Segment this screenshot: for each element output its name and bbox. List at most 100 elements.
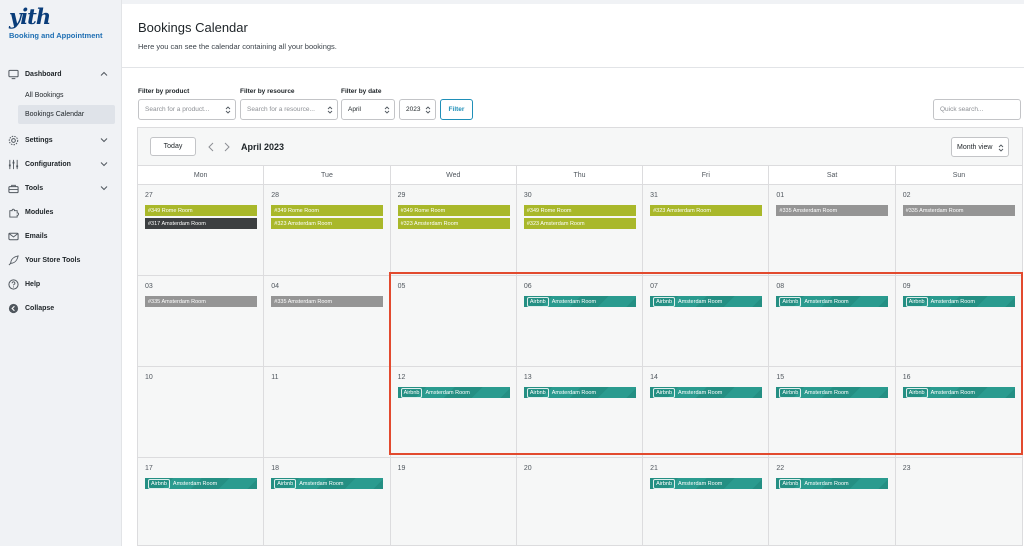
sidebar-item-settings[interactable]: Settings: [0, 128, 122, 152]
booking-event[interactable]: Airbnb Amsterdam Room: [145, 478, 257, 489]
sidebar-item-label: Emails: [25, 232, 48, 240]
filter-button[interactable]: Filter: [440, 99, 473, 120]
calendar-day-cell[interactable]: 06 Airbnb Amsterdam Room: [516, 276, 644, 366]
calendar-day-cell[interactable]: 04 #335 Amsterdam Room: [264, 276, 391, 366]
chevron-up-icon: [100, 70, 108, 78]
booking-event[interactable]: Airbnb Amsterdam Room: [650, 478, 763, 489]
booking-event[interactable]: #317 Amsterdam Room: [145, 218, 257, 229]
select-arrows-icon: [384, 105, 390, 115]
sidebar-subitem-bookings-calendar[interactable]: Bookings Calendar: [18, 105, 115, 124]
booking-event[interactable]: #335 Amsterdam Room: [271, 296, 384, 307]
booking-event[interactable]: Airbnb Amsterdam Room: [650, 296, 763, 307]
page-title: Bookings Calendar: [138, 20, 248, 35]
sidebar-item-dashboard[interactable]: Dashboard: [0, 62, 122, 86]
booking-event-label: Amsterdam Room: [678, 298, 723, 305]
view-mode-select[interactable]: Month view: [951, 137, 1009, 157]
day-number: 20: [523, 465, 532, 472]
booking-event[interactable]: Airbnb Amsterdam Room: [776, 478, 889, 489]
booking-event[interactable]: #349 Rome Room: [397, 205, 510, 216]
sidebar-item-your-store-tools[interactable]: Your Store Tools: [0, 248, 122, 272]
booking-event[interactable]: #349 Rome Room: [145, 205, 257, 216]
calendar-day-cell[interactable]: 05: [390, 276, 517, 366]
booking-event[interactable]: Airbnb Amsterdam Room: [271, 478, 384, 489]
sidebar-item-collapse[interactable]: Collapse: [0, 296, 122, 320]
booking-event[interactable]: Airbnb Amsterdam Room: [902, 296, 1015, 307]
booking-event-label: #323 Amsterdam Room: [526, 220, 585, 227]
calendar-day-cell[interactable]: 20: [516, 458, 644, 545]
calendar-day-cell[interactable]: 12 Airbnb Amsterdam Room: [390, 367, 517, 457]
day-number: 19: [397, 465, 406, 472]
calendar-day-cell[interactable]: 07 Airbnb Amsterdam Room: [643, 276, 770, 366]
booking-event[interactable]: Airbnb Amsterdam Room: [650, 387, 763, 398]
calendar-day-cell[interactable]: 29 #349 Rome Room #323 Amsterdam Room: [390, 185, 517, 275]
calendar-day-cell[interactable]: 31 #323 Amsterdam Room: [643, 185, 770, 275]
calendar-day-cell[interactable]: 16 Airbnb Amsterdam Room: [895, 367, 1022, 457]
booking-event[interactable]: #323 Amsterdam Room: [650, 205, 763, 216]
day-number: 02: [902, 192, 911, 199]
calendar-day-cell[interactable]: 03 #335 Amsterdam Room: [138, 276, 265, 366]
select-arrows-icon: [327, 105, 333, 115]
booking-event-label: Amsterdam Room: [804, 480, 849, 487]
calendar-day-cell[interactable]: 10: [138, 367, 265, 457]
booking-event[interactable]: Airbnb Amsterdam Room: [523, 296, 636, 307]
booking-event[interactable]: #349 Rome Room: [271, 205, 384, 216]
booking-event[interactable]: #335 Amsterdam Room: [776, 205, 889, 216]
chevron-left-icon[interactable]: [206, 141, 216, 153]
quick-search-input[interactable]: Quick search...: [933, 99, 1021, 120]
weekday-header: Sun: [952, 171, 966, 179]
calendar-day-cell[interactable]: 30 #349 Rome Room #323 Amsterdam Room: [516, 185, 644, 275]
sidebar-subitem-all-bookings[interactable]: All Bookings: [18, 86, 115, 105]
booking-event[interactable]: Airbnb Amsterdam Room: [523, 387, 636, 398]
weekday-header: Thu: [517, 166, 644, 184]
booking-event[interactable]: #323 Amsterdam Room: [523, 218, 636, 229]
booking-event[interactable]: #335 Amsterdam Room: [902, 205, 1015, 216]
calendar-day-cell[interactable]: 13 Airbnb Amsterdam Room: [516, 367, 644, 457]
sidebar-item-label: Configuration: [25, 160, 71, 168]
booking-event-label: #335 Amsterdam Room: [779, 207, 838, 214]
sidebar: yith Booking and Appointment Dashboard A…: [0, 0, 122, 546]
month-select[interactable]: April: [341, 99, 395, 120]
resource-search-select[interactable]: Search for a resource...: [240, 99, 338, 120]
calendar-day-cell[interactable]: 01 #335 Amsterdam Room: [769, 185, 896, 275]
calendar-day-cell[interactable]: 11: [264, 367, 391, 457]
booking-event[interactable]: Airbnb Amsterdam Room: [397, 387, 510, 398]
year-select[interactable]: 2023: [399, 99, 436, 120]
chevron-down-icon: [100, 160, 108, 168]
calendar-day-cell[interactable]: 19: [390, 458, 517, 545]
booking-event[interactable]: #323 Amsterdam Room: [271, 218, 384, 229]
calendar-day-cell[interactable]: 17 Airbnb Amsterdam Room: [138, 458, 265, 545]
booking-event[interactable]: #349 Rome Room: [523, 205, 636, 216]
yith-logo[interactable]: yith: [9, 4, 51, 29]
booking-event[interactable]: #335 Amsterdam Room: [145, 296, 257, 307]
calendar-day-cell[interactable]: 23: [895, 458, 1022, 545]
sidebar-item-emails[interactable]: Emails: [0, 224, 122, 248]
weekday-header: Tue: [264, 166, 391, 184]
calendar-day-cell[interactable]: 02 #335 Amsterdam Room: [895, 185, 1022, 275]
sidebar-item-help[interactable]: Help: [0, 272, 122, 296]
calendar-weeks: 27 #349 Rome Room #317 Amsterdam Room 28 #34…: [138, 185, 1022, 545]
calendar-day-cell[interactable]: 09 Airbnb Amsterdam Room: [895, 276, 1022, 366]
booking-event[interactable]: Airbnb Amsterdam Room: [776, 387, 889, 398]
booking-event[interactable]: Airbnb Amsterdam Room: [776, 296, 889, 307]
today-button[interactable]: Today: [150, 137, 196, 156]
airbnb-tag: Airbnb: [653, 478, 676, 489]
calendar-day-cell[interactable]: 15 Airbnb Amsterdam Room: [769, 367, 896, 457]
booking-event-label: Amsterdam Room: [930, 389, 975, 396]
product-search-select[interactable]: Search for a product...: [138, 99, 236, 120]
sidebar-item-configuration[interactable]: Configuration: [0, 152, 122, 176]
calendar-day-cell[interactable]: 27 #349 Rome Room #317 Amsterdam Room: [138, 185, 265, 275]
calendar-day-cell[interactable]: 08 Airbnb Amsterdam Room: [769, 276, 896, 366]
airbnb-tag: Airbnb: [653, 387, 676, 398]
calendar-day-cell[interactable]: 14 Airbnb Amsterdam Room: [643, 367, 770, 457]
booking-event[interactable]: #323 Amsterdam Room: [397, 218, 510, 229]
booking-event[interactable]: Airbnb Amsterdam Room: [902, 387, 1015, 398]
calendar-day-cell[interactable]: 22 Airbnb Amsterdam Room: [769, 458, 896, 545]
calendar-day-cell[interactable]: 28 #349 Rome Room #323 Amsterdam Room: [264, 185, 391, 275]
calendar-day-cell[interactable]: 18 Airbnb Amsterdam Room: [264, 458, 391, 545]
day-number: 07: [650, 283, 658, 290]
booking-event-label: Amsterdam Room: [299, 480, 344, 487]
calendar-day-cell[interactable]: 21 Airbnb Amsterdam Room: [643, 458, 770, 545]
chevron-right-icon[interactable]: [222, 141, 232, 153]
sidebar-item-modules[interactable]: Modules: [0, 200, 122, 224]
sidebar-item-tools[interactable]: Tools: [0, 176, 122, 200]
